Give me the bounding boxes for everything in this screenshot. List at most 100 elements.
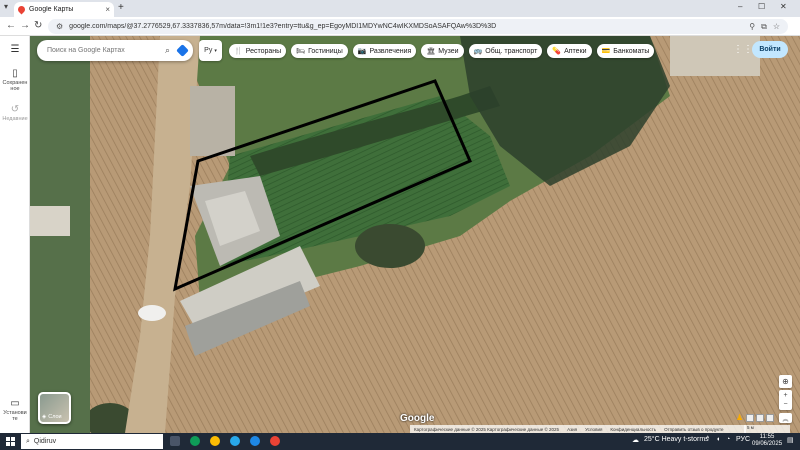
camera-icon: 📷 bbox=[357, 48, 367, 55]
minimize-button[interactable]: – bbox=[738, 2, 742, 11]
maximize-button[interactable]: ☐ bbox=[758, 2, 765, 11]
chip-label: Гостиницы bbox=[308, 47, 343, 55]
network-icon[interactable]: ◔ bbox=[726, 436, 730, 443]
chip-label: Аптеки bbox=[564, 47, 587, 55]
task-view-icon[interactable] bbox=[170, 436, 180, 446]
back-icon[interactable]: ← bbox=[6, 20, 16, 31]
telegram-app-icon[interactable] bbox=[230, 436, 240, 446]
url-text: google.com/maps/@37.2776529,67.3337836,5… bbox=[69, 23, 497, 30]
atm-icon: 💳 bbox=[601, 48, 611, 55]
address-bar[interactable]: ⚙ google.com/maps/@37.2776529,67.3337836… bbox=[48, 19, 788, 34]
chip-label: Рестораны bbox=[245, 47, 282, 55]
apps-grid-icon[interactable]: ⋮⋮ bbox=[733, 44, 753, 55]
imagery-thumb-1[interactable] bbox=[746, 414, 754, 422]
signin-button[interactable]: Войти bbox=[752, 41, 788, 58]
layers-icon: ◈ bbox=[42, 414, 47, 420]
chip-label: Музеи bbox=[438, 47, 459, 55]
clock-date: 09/06/2025 bbox=[752, 441, 783, 447]
chip-museums[interactable]: 🏛 Музеи bbox=[421, 44, 464, 58]
taskbar-search[interactable]: ⌕ Qidiruv bbox=[21, 434, 163, 449]
input-lang[interactable]: РУС bbox=[736, 436, 750, 443]
chip-label: Банкоматы bbox=[613, 47, 650, 55]
chip-atms[interactable]: 💳 Банкоматы bbox=[596, 44, 655, 58]
footer-link-terms[interactable]: Условия bbox=[585, 427, 602, 432]
zoom-in-button[interactable]: + bbox=[783, 391, 787, 400]
layers-button[interactable]: ◈ Слои bbox=[38, 392, 71, 424]
imagery-thumb-2[interactable] bbox=[756, 414, 764, 422]
tab-close-icon[interactable]: × bbox=[105, 5, 110, 14]
my-location-button[interactable]: ⊕ bbox=[779, 375, 792, 388]
footer-link-privacy[interactable]: Конфиденциальность bbox=[610, 427, 656, 432]
notifications-icon[interactable]: ▤ bbox=[787, 436, 794, 444]
language-value: Ру bbox=[204, 47, 213, 54]
forward-icon[interactable]: → bbox=[20, 20, 30, 31]
map-scale[interactable]: 5 м bbox=[744, 425, 790, 433]
menu-button[interactable]: ☰ bbox=[0, 44, 30, 56]
attribution-text: Картографические данные © 2025 Картограф… bbox=[414, 426, 560, 432]
parked-car bbox=[138, 305, 166, 321]
weather-text[interactable]: 25°C Heavy t-storms bbox=[644, 436, 709, 443]
map-imagery bbox=[30, 36, 800, 433]
search-input[interactable] bbox=[47, 47, 165, 54]
new-tab-button[interactable]: + bbox=[118, 2, 124, 13]
taskbar: ⌕ Qidiruv ☁ 25°C Heavy t-storms ^ ◖ ◔ РУ… bbox=[0, 433, 800, 450]
search-box[interactable]: ⌕ bbox=[37, 40, 193, 61]
star-icon[interactable]: ☆ bbox=[773, 22, 780, 31]
zoom-out-button[interactable]: − bbox=[783, 400, 787, 409]
left-building bbox=[30, 206, 70, 236]
restaurant-icon: 🍴 bbox=[234, 48, 243, 55]
chrome-app-icon-2[interactable] bbox=[270, 436, 280, 446]
tab-list-icon[interactable]: ▾ bbox=[4, 2, 8, 11]
menu-icon: ☰ bbox=[10, 44, 20, 55]
expand-button[interactable]: ︽ bbox=[779, 413, 792, 423]
search-icon: ⌕ bbox=[26, 437, 30, 445]
directions-icon[interactable] bbox=[176, 44, 189, 57]
history-icon: ↺ bbox=[10, 104, 20, 115]
reload-icon[interactable]: ↻ bbox=[34, 20, 42, 31]
zoom-controls: + − bbox=[779, 390, 792, 410]
transit-icon: 🚌 bbox=[473, 48, 483, 55]
browser-app-icon[interactable] bbox=[250, 436, 260, 446]
tab-google-maps[interactable]: Google Карты × bbox=[14, 2, 114, 17]
weather-icon: ☁ bbox=[632, 437, 639, 444]
satellite-map[interactable] bbox=[30, 36, 800, 433]
install-icon[interactable]: ⧉ bbox=[761, 22, 767, 32]
chip-label: Развлечения bbox=[369, 47, 412, 55]
edge-app-icon[interactable] bbox=[190, 436, 200, 446]
chip-restaurants[interactable]: 🍴 Рестораны bbox=[229, 44, 287, 58]
rail-saved[interactable]: ▯ Сохранен ное bbox=[0, 68, 30, 92]
chip-label: Общ. транспорт bbox=[485, 47, 538, 55]
phone-icon: ▭ bbox=[10, 398, 20, 409]
tray-chevron-icon[interactable]: ^ bbox=[706, 436, 709, 443]
chip-transit[interactable]: 🚌 Общ. транспорт bbox=[468, 44, 543, 58]
layers-label: Слои bbox=[48, 414, 62, 420]
windows-start-icon[interactable] bbox=[6, 437, 15, 446]
chrome-app-icon[interactable] bbox=[210, 436, 220, 446]
language-select[interactable]: Ру ▾ bbox=[199, 40, 222, 61]
rail-recent[interactable]: ↺ Недавние bbox=[0, 104, 30, 122]
chip-entertainment[interactable]: 📷 Развлечения bbox=[352, 44, 417, 58]
browser-toolbar: ← → ↻ ⚙ google.com/maps/@37.2776529,67.3… bbox=[0, 17, 800, 36]
rail-saved-label: Сохранен ное bbox=[2, 80, 28, 92]
search-icon[interactable]: ⌕ bbox=[165, 45, 170, 56]
hotel-icon: 🛏 bbox=[296, 48, 306, 55]
imagery-toggle bbox=[746, 414, 774, 422]
location-icon[interactable]: ⚲ bbox=[749, 22, 755, 31]
close-window-button[interactable]: ✕ bbox=[780, 2, 787, 11]
rail-install[interactable]: ▭ Установи те bbox=[0, 398, 30, 422]
speaker-icon[interactable]: ◖ bbox=[716, 436, 720, 443]
footer-link-feedback[interactable]: Отправить отзыв о продукте bbox=[664, 427, 723, 432]
footer-link-region[interactable]: Азия bbox=[567, 427, 577, 432]
site-info-icon[interactable]: ⚙ bbox=[56, 22, 63, 31]
pegman-icon[interactable]: ♟ bbox=[736, 413, 743, 422]
top-right-structure bbox=[670, 36, 760, 76]
system-clock[interactable]: 11:55 09/06/2025 bbox=[752, 434, 782, 448]
chip-pharmacies[interactable]: 💊 Аптеки bbox=[547, 44, 592, 58]
chip-hotels[interactable]: 🛏 Гостиницы bbox=[291, 44, 348, 58]
map-attribution: Картографические данные © 2025 Картограф… bbox=[410, 425, 746, 433]
imagery-thumb-3[interactable] bbox=[766, 414, 774, 422]
chevron-up-icon: ︽ bbox=[782, 416, 789, 423]
maps-favicon-icon bbox=[16, 4, 27, 15]
museum-icon: 🏛 bbox=[426, 48, 436, 55]
taskbar-search-text: Qidiruv bbox=[33, 438, 57, 445]
